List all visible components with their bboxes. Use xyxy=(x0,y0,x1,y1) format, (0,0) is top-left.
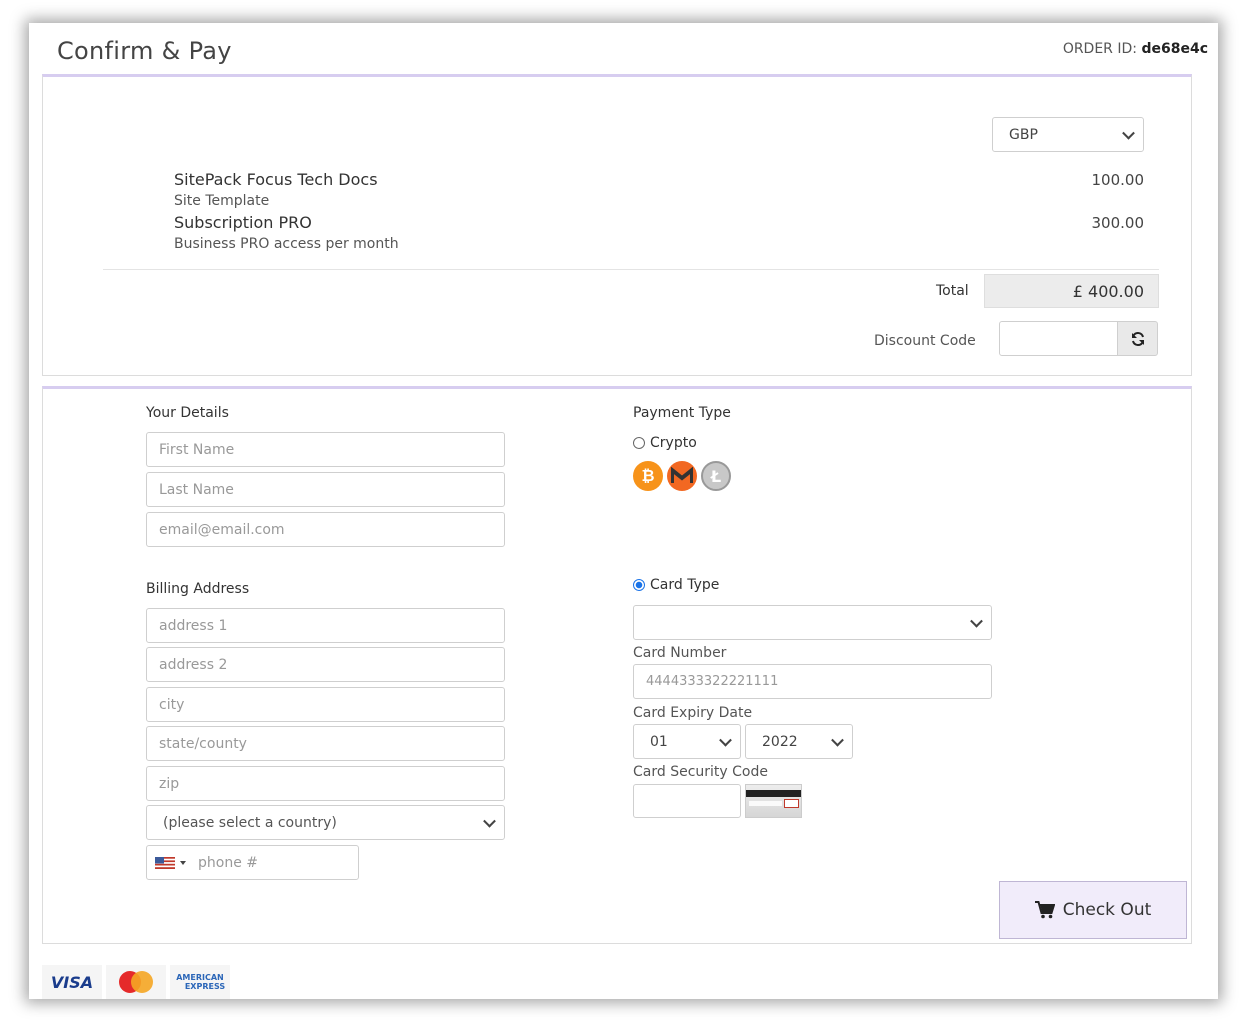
litecoin-icon: Ł xyxy=(701,461,731,491)
chevron-down-icon xyxy=(1122,126,1135,140)
divider xyxy=(103,269,1159,270)
item-price: 100.00 xyxy=(1091,171,1145,189)
chevron-down-icon xyxy=(970,614,983,628)
item-name: Subscription PRO xyxy=(174,213,312,232)
order-id-value: de68e4c xyxy=(1141,41,1208,57)
page-title: Confirm & Pay xyxy=(57,37,232,65)
card-security-label: Card Security Code xyxy=(633,764,768,780)
last-name-input[interactable]: Last Name xyxy=(146,472,505,507)
card-type-option[interactable]: Card Type xyxy=(633,577,719,593)
security-code-input[interactable] xyxy=(633,784,741,818)
address1-input[interactable]: address 1 xyxy=(146,608,505,643)
caret-down-icon xyxy=(180,860,186,865)
visa-text: VISA xyxy=(50,972,94,992)
billing-address-heading: Billing Address xyxy=(146,581,250,597)
amex-text-2: EXPRESS xyxy=(184,982,226,991)
currency-select-value: GBP xyxy=(1009,126,1038,143)
currency-select[interactable]: GBP xyxy=(992,117,1144,152)
mastercard-icon xyxy=(119,971,153,993)
payment-type-heading: Payment Type xyxy=(633,405,731,421)
address2-input[interactable]: address 2 xyxy=(146,647,505,682)
card-number-label: Card Number xyxy=(633,645,727,661)
state-input[interactable]: state/county xyxy=(146,726,505,761)
card-expiry-label: Card Expiry Date xyxy=(633,705,753,721)
chevron-down-icon xyxy=(719,733,732,747)
card-type-radio[interactable] xyxy=(633,579,645,591)
card-type-label: Card Type xyxy=(650,577,720,593)
zip-input[interactable]: zip xyxy=(146,766,505,801)
order-summary-panel: GBP SitePack Focus Tech Docs Site Templa… xyxy=(42,74,1192,376)
checkout-window: Confirm & Pay ORDER ID: de68e4c GBP Site… xyxy=(29,23,1218,999)
cart-icon xyxy=(1034,901,1055,919)
discount-label: Discount Code xyxy=(874,333,976,349)
card-type-select[interactable] xyxy=(633,605,992,640)
us-flag-icon xyxy=(155,856,175,869)
expiry-month-value: 01 xyxy=(650,733,668,750)
country-code-dropdown[interactable] xyxy=(155,856,186,869)
item-name: SitePack Focus Tech Docs xyxy=(174,170,378,189)
discount-code-input[interactable] xyxy=(999,321,1118,356)
card-number-input[interactable]: 4444333322221111 xyxy=(633,664,992,699)
expiry-year-value: 2022 xyxy=(762,733,798,750)
amex-text-1: AMERICAN xyxy=(176,973,224,982)
first-name-input[interactable]: First Name xyxy=(146,432,505,467)
visa-logo: VISA xyxy=(42,965,102,999)
chevron-down-icon xyxy=(483,814,496,828)
country-select[interactable]: (please select a country) xyxy=(146,805,505,840)
checkout-label: Check Out xyxy=(1062,900,1152,920)
email-input[interactable]: email@email.com xyxy=(146,512,505,547)
your-details-heading: Your Details xyxy=(146,405,229,421)
bitcoin-icon: ₿ xyxy=(633,461,663,491)
country-select-value: (please select a country) xyxy=(163,814,337,831)
refresh-discount-button[interactable] xyxy=(1117,321,1158,356)
refresh-icon xyxy=(1131,331,1144,346)
expiry-month-select[interactable]: 01 xyxy=(633,724,741,759)
crypto-label: Crypto xyxy=(650,435,697,451)
item-price: 300.00 xyxy=(1091,214,1145,232)
expiry-year-select[interactable]: 2022 xyxy=(745,724,853,759)
crypto-option[interactable]: Crypto xyxy=(633,435,697,451)
mastercard-logo xyxy=(106,965,166,999)
monero-m-icon xyxy=(671,467,693,483)
cvv-card-icon xyxy=(745,784,802,818)
crypto-radio[interactable] xyxy=(633,437,645,449)
monero-icon xyxy=(667,461,697,491)
total-label: Total xyxy=(936,283,969,299)
total-value: £ 400.00 xyxy=(984,274,1159,308)
phone-placeholder: phone # xyxy=(198,854,258,871)
phone-input[interactable]: phone # xyxy=(146,845,359,880)
chevron-down-icon xyxy=(831,733,844,747)
item-description: Site Template xyxy=(174,193,270,209)
checkout-button[interactable]: Check Out xyxy=(999,881,1187,939)
item-description: Business PRO access per month xyxy=(174,236,399,252)
city-input[interactable]: city xyxy=(146,687,505,722)
details-payment-panel: Your Details First Name Last Name email@… xyxy=(42,386,1192,944)
amex-logo: AMERICAN EXPRESS xyxy=(170,965,230,999)
order-id: ORDER ID: de68e4c xyxy=(1063,41,1208,57)
order-id-label: ORDER ID: xyxy=(1062,41,1137,57)
